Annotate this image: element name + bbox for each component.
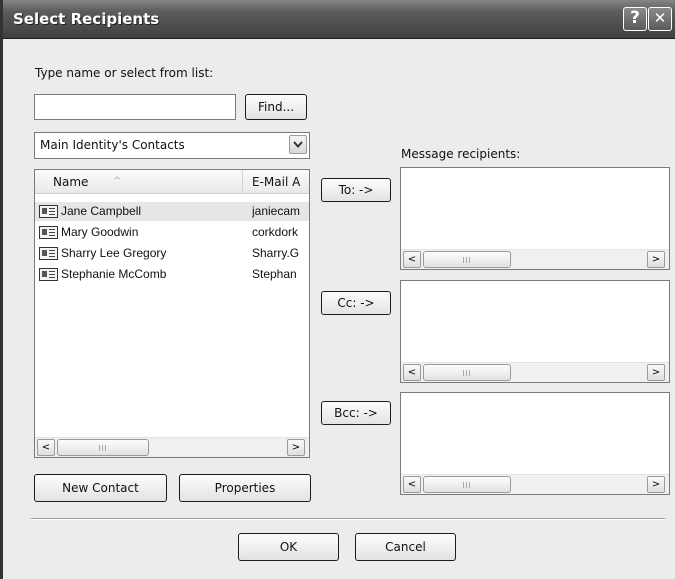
grip-icon [463,370,471,376]
contact-email: corkdork [252,225,299,239]
bcc-button[interactable]: Bcc: -> [321,401,391,425]
contact-name: Jane Campbell [61,204,142,218]
help-button[interactable]: ? [623,7,647,31]
scroll-right-icon[interactable]: > [647,364,665,381]
scroll-left-icon[interactable]: < [403,476,421,493]
bcc-horizontal-scrollbar[interactable]: < > [401,474,669,494]
scroll-right-icon[interactable]: > [647,251,665,268]
sort-ascending-icon: ^ [113,176,122,187]
close-button[interactable]: ✕ [648,7,672,31]
separator [31,518,665,520]
scrollbar-thumb[interactable] [57,439,149,456]
title-bar[interactable]: Select Recipients ? ✕ [3,0,675,39]
contact-name: Stephanie McComb [61,267,167,281]
to-recipients-list[interactable]: < > [400,167,670,270]
message-recipients-label: Message recipients: [401,147,521,161]
column-header-email[interactable]: E-Mail A [243,170,309,194]
address-book-selected: Main Identity's Contacts [40,138,185,152]
to-button[interactable]: To: -> [321,178,391,202]
contact-card-icon [39,247,58,260]
contact-email: janiecam [252,204,301,218]
scroll-right-icon[interactable]: > [647,476,665,493]
scroll-right-icon[interactable]: > [287,439,305,456]
contact-card-icon [39,226,58,239]
contacts-horizontal-scrollbar[interactable]: < > [35,437,309,457]
select-recipients-dialog: Select Recipients ? ✕ Type name or selec… [0,0,675,579]
scrollbar-thumb[interactable] [423,476,511,493]
find-button[interactable]: Find... [245,94,307,120]
cc-recipients-list[interactable]: < > [400,280,670,383]
cancel-button[interactable]: Cancel [355,533,456,561]
dialog-title: Select Recipients [13,10,160,28]
bcc-recipients-list[interactable]: < > [400,392,670,495]
contact-email: Sharry.G [252,246,300,260]
contact-row[interactable]: Sharry Lee Gregory Sharry.G [35,244,309,263]
scrollbar-thumb[interactable] [423,251,511,268]
contact-email: Stephan [252,267,297,281]
contact-row[interactable]: Stephanie McComb Stephan [35,265,309,284]
address-book-dropdown[interactable]: Main Identity's Contacts [34,132,310,159]
grip-icon [463,257,471,263]
scroll-left-icon[interactable]: < [403,364,421,381]
cc-horizontal-scrollbar[interactable]: < > [401,362,669,382]
scroll-left-icon[interactable]: < [37,439,55,456]
contact-row[interactable]: Jane Campbell janiecam [35,202,309,221]
contact-card-icon [39,268,58,281]
contact-name: Sharry Lee Gregory [61,246,167,260]
contact-name: Mary Goodwin [61,225,139,239]
cc-button[interactable]: Cc: -> [321,291,391,315]
new-contact-button[interactable]: New Contact [34,474,167,502]
column-header-name-label: Name [53,175,89,189]
search-prompt-label: Type name or select from list: [35,66,214,80]
search-input[interactable] [34,94,236,120]
to-horizontal-scrollbar[interactable]: < > [401,249,669,269]
ok-button[interactable]: OK [238,533,339,561]
scrollbar-thumb[interactable] [423,364,511,381]
column-header-name[interactable]: Name ^ [35,170,243,194]
column-header-email-label: E-Mail A [252,175,301,189]
properties-button[interactable]: Properties [179,474,311,502]
grip-icon [99,445,107,451]
contact-card-icon [39,205,58,218]
contact-row[interactable]: Mary Goodwin corkdork [35,223,309,242]
contacts-list[interactable]: Name ^ E-Mail A Jane Campbell janiecam M… [34,169,310,458]
scroll-left-icon[interactable]: < [403,251,421,268]
chevron-down-icon[interactable] [289,135,307,154]
grip-icon [463,482,471,488]
